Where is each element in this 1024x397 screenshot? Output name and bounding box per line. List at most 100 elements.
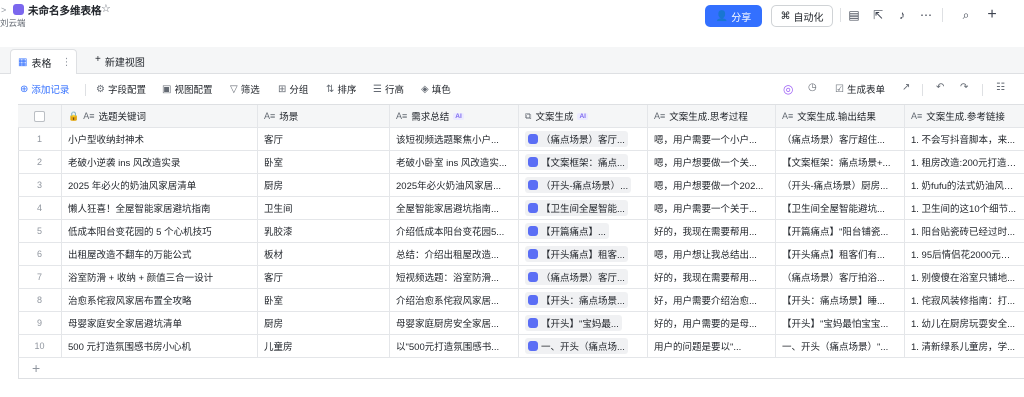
cell-reference[interactable]: 1. 幼儿在厨房玩耍安全... [905, 312, 1024, 334]
cell-copy-gen[interactable]: （开头-痛点场景）... [519, 174, 648, 196]
cell-reference[interactable]: 1. 阳台贴瓷砖已经过时... [905, 220, 1024, 242]
cell-output[interactable]: 【文案框架：痛点场景+... [776, 151, 905, 173]
cell-copy-gen[interactable]: 【开头】"宝妈最... [519, 312, 648, 334]
cell-output[interactable]: 一、开头（痛点场景）"... [776, 335, 905, 357]
column-header-copy-gen[interactable]: ⧉ 文案生成 AI [519, 105, 648, 127]
generated-copy-chip[interactable]: 【文案框架：痛点... [525, 154, 628, 170]
cell-topic[interactable]: 老破小逆袭 ins 风改造实录 [62, 151, 258, 173]
cell-output[interactable]: （痛点场景）客厅拍浴... [776, 266, 905, 288]
cell-reference[interactable]: 1. 卫生间的这10个细节... [905, 197, 1024, 219]
cell-copy-gen[interactable]: 【开头：痛点场景... [519, 289, 648, 311]
cell-summary[interactable]: 老破小卧室 ins 风改造实... [390, 151, 519, 173]
select-all-checkbox-cell[interactable] [18, 105, 62, 127]
cell-output[interactable]: 【开篇痛点】"阳台铺瓷... [776, 220, 905, 242]
cell-scene[interactable]: 卧室 [258, 151, 390, 173]
cell-reference[interactable]: 1. 租房改造:200元打造in... [905, 151, 1024, 173]
column-header-output[interactable]: A≡ 文案生成.输出结果 [776, 105, 905, 127]
cell-summary[interactable]: 该短视频选题聚焦小户... [390, 128, 519, 150]
cell-summary[interactable]: 短视频选题：浴室防滑... [390, 266, 519, 288]
cell-copy-gen[interactable]: 一、开头（痛点场... [519, 335, 648, 357]
doc-title[interactable]: 未命名多维表格 [28, 3, 102, 18]
cell-topic[interactable]: 浴室防滑 + 收纳 + 颜值三合一设计 [62, 266, 258, 288]
generated-copy-chip[interactable]: 【卫生间全屋智能... [525, 200, 628, 216]
cell-copy-gen[interactable]: （痛点场景）客厅... [519, 128, 648, 150]
add-record-button[interactable]: ⊕ 添加记录 [20, 82, 69, 97]
cell-reference[interactable]: 1. 不会写抖音脚本，来... [905, 128, 1024, 150]
breadcrumb-chevron-icon[interactable]: > [1, 5, 6, 15]
cell-scene[interactable]: 客厅 [258, 266, 390, 288]
cell-output[interactable]: 【开头：痛点场景】睡... [776, 289, 905, 311]
cell-scene[interactable]: 客厅 [258, 128, 390, 150]
generated-copy-chip[interactable]: （开头-痛点场景）... [525, 177, 632, 193]
cell-thinking[interactable]: 好的，用户需要的是母... [648, 312, 776, 334]
cell-scene[interactable]: 卫生间 [258, 197, 390, 219]
add-row-button[interactable]: + [32, 360, 40, 376]
cell-thinking[interactable]: 嗯，用户想让我总结出... [648, 243, 776, 265]
cell-summary[interactable]: 2025年必火奶油风家居... [390, 174, 519, 196]
cell-summary[interactable]: 以"500元打造氛围感书... [390, 335, 519, 357]
table-row[interactable]: 4 懒人狂喜！全屋智能家居避坑指南 卫生间 全屋智能家居避坑指南... 【卫生间全屋智能… [18, 197, 1024, 220]
table-row[interactable]: 3 2025 年必火的奶油风家居清单 厨房 2025年必火奶油风家居... （开头-痛点… [18, 174, 1024, 197]
filter-button[interactable]: ▽ 筛选 [230, 82, 260, 97]
group-button[interactable]: ⊞ 分组 [278, 82, 308, 97]
generated-copy-chip[interactable]: （痛点场景）客厅... [525, 131, 628, 147]
cell-thinking[interactable]: 嗯，用户想要做一个202... [648, 174, 776, 196]
cell-output[interactable]: （开头-痛点场景）厨房... [776, 174, 905, 196]
cell-topic[interactable]: 出租屋改造不翻车的万能公式 [62, 243, 258, 265]
bell-icon[interactable]: ♪ [894, 6, 910, 24]
undo-button[interactable]: ↶ [936, 82, 944, 93]
cell-topic[interactable]: 母婴家庭安全家居避坑清单 [62, 312, 258, 334]
cell-topic[interactable]: 2025 年必火的奶油风家居清单 [62, 174, 258, 196]
field-config-button[interactable]: ⚙ 字段配置 [96, 82, 146, 97]
cell-reference[interactable]: 1. 奶fufu的法式奶油风厨... [905, 174, 1024, 196]
plus-icon[interactable]: + [984, 6, 1000, 24]
cell-summary[interactable]: 总结：介绍出租屋改造... [390, 243, 519, 265]
cell-thinking[interactable]: 嗯，用户需要一个关于... [648, 197, 776, 219]
cell-summary[interactable]: 介绍低成本阳台变花园5... [390, 220, 519, 242]
ai-assistant-button[interactable]: ◎ [783, 82, 793, 96]
history-button[interactable]: ◷ [808, 82, 817, 93]
cell-copy-gen[interactable]: （痛点场景）客厅... [519, 266, 648, 288]
table-row[interactable]: 8 治愈系侘寂风家居布置全攻略 卧室 介绍治愈系侘寂风家居... 【开头：痛点场景...… [18, 289, 1024, 312]
cell-output[interactable]: （痛点场景）客厅超住... [776, 128, 905, 150]
cell-scene[interactable]: 厨房 [258, 174, 390, 196]
generated-copy-chip[interactable]: 【开头：痛点场景... [525, 292, 628, 308]
cell-thinking[interactable]: 嗯，用户想要做一个关... [648, 151, 776, 173]
cell-reference[interactable]: 1. 清新绿系儿童房，学... [905, 335, 1024, 357]
table-row[interactable]: 1 小户型收纳封神术 客厅 该短视频选题聚焦小户... （痛点场景）客厅... 嗯，用户需… [18, 128, 1024, 151]
sort-button[interactable]: ⇅ 排序 [326, 82, 356, 97]
table-row[interactable]: 9 母婴家庭安全家居避坑清单 厨房 母婴家庭厨房安全家居... 【开头】"宝妈最... 好… [18, 312, 1024, 335]
cell-reference[interactable]: 1. 别傻傻在浴室只铺地... [905, 266, 1024, 288]
redo-button[interactable]: ↷ [960, 82, 968, 93]
cell-thinking[interactable]: 好的，我现在需要帮用... [648, 266, 776, 288]
cell-topic[interactable]: 500 元打造氛围感书房小心机 [62, 335, 258, 357]
cell-output[interactable]: 【开头】"宝妈最怕宝宝... [776, 312, 905, 334]
select-all-checkbox[interactable] [34, 110, 45, 122]
new-view-button[interactable]: + 新建视图 [95, 54, 145, 69]
row-height-button[interactable]: ☰ 行高 [373, 82, 404, 97]
cell-topic[interactable]: 治愈系侘寂风家居布置全攻略 [62, 289, 258, 311]
cell-reference[interactable]: 1. 95后情侣花2000元将... [905, 243, 1024, 265]
view-config-button[interactable]: ▣ 视图配置 [162, 82, 212, 97]
doc-icon[interactable]: ▤ [846, 6, 862, 24]
cell-thinking[interactable]: 好，用户需要介绍治愈... [648, 289, 776, 311]
tab-more-icon[interactable]: ⋮ [61, 57, 71, 68]
share-button[interactable]: 👤 分享 [705, 5, 762, 27]
table-row[interactable]: 2 老破小逆袭 ins 风改造实录 卧室 老破小卧室 ins 风改造实... 【文案框架… [18, 151, 1024, 174]
generated-copy-chip[interactable]: （痛点场景）客厅... [525, 269, 628, 285]
table-row[interactable]: 6 出租屋改造不翻车的万能公式 板材 总结：介绍出租屋改造... 【开头痛点】租客...… [18, 243, 1024, 266]
cell-summary[interactable]: 介绍治愈系侘寂风家居... [390, 289, 519, 311]
generated-copy-chip[interactable]: 【开头痛点】租客... [525, 246, 628, 262]
column-header-thinking[interactable]: A≡ 文案生成.思考过程 [648, 105, 776, 127]
cell-scene[interactable]: 卧室 [258, 289, 390, 311]
cell-scene[interactable]: 儿童房 [258, 335, 390, 357]
cell-output[interactable]: 【开头痛点】租客们有... [776, 243, 905, 265]
automation-button[interactable]: ⌘ 自动化 [771, 5, 833, 27]
column-header-reference[interactable]: A≡ 文案生成.参考链接 [905, 105, 1024, 127]
share-link-icon[interactable]: ⇱ [870, 6, 886, 24]
cell-scene[interactable]: 板材 [258, 243, 390, 265]
cell-topic[interactable]: 懒人狂喜！全屋智能家居避坑指南 [62, 197, 258, 219]
generate-table-button[interactable]: ☑ 生成表单 [835, 82, 885, 97]
share-view-button[interactable]: ↗ [902, 82, 910, 93]
cell-thinking[interactable]: 用户的问题是要以"... [648, 335, 776, 357]
